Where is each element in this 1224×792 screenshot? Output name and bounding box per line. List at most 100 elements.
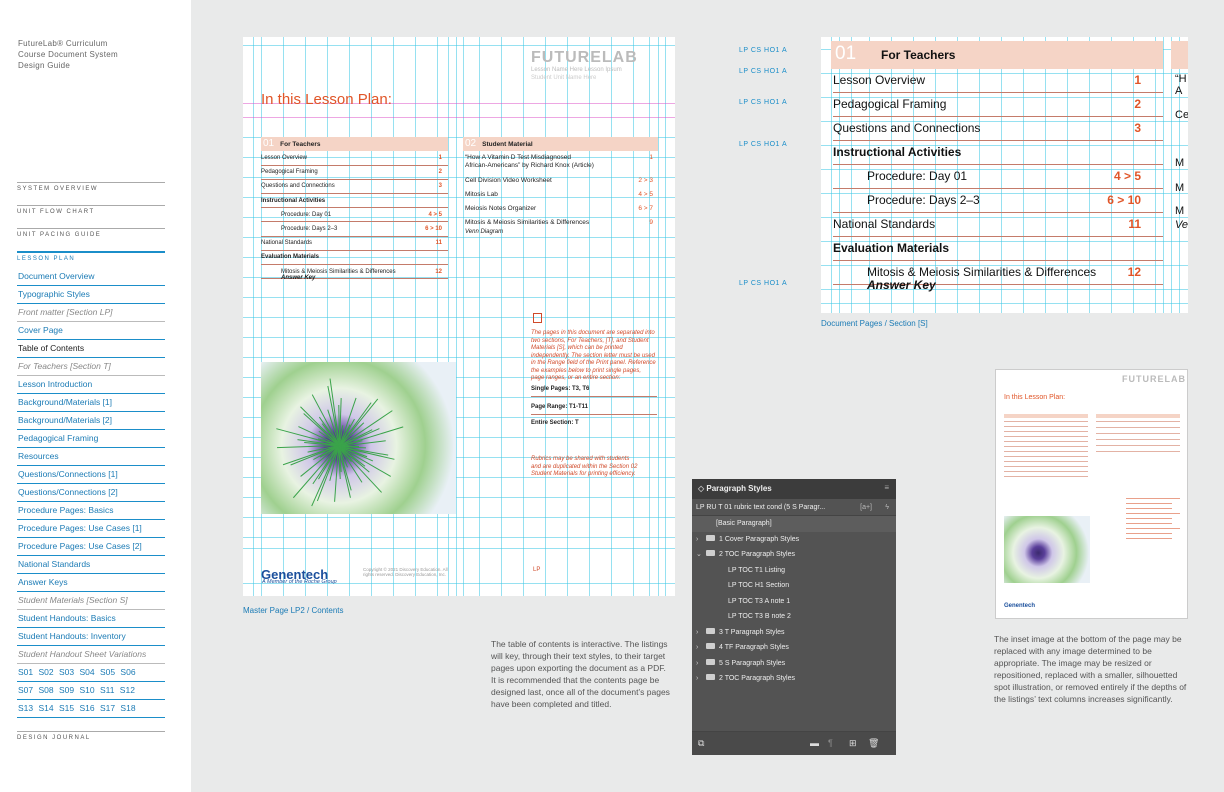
paragraph-style[interactable]: LP TOC H1 Section xyxy=(692,578,896,594)
style-tag: LP CS HO1 A xyxy=(739,99,788,106)
toc-item[interactable]: Table of Contents xyxy=(17,340,165,358)
thumb-toc-line xyxy=(1096,445,1180,446)
new-style-override-icon[interactable]: [a+] xyxy=(860,499,872,516)
thumb-note-line xyxy=(1126,528,1180,529)
toc-item[interactable]: Student Handouts: Inventory xyxy=(17,628,165,646)
nav-unit-flow-chart[interactable]: UNIT FLOW CHART xyxy=(17,205,165,215)
panel-menu-icon[interactable]: ≡ xyxy=(884,483,889,492)
toc-item[interactable]: Student Handouts: Basics xyxy=(17,610,165,628)
clear-overrides-icon[interactable]: ¶ xyxy=(828,739,838,748)
student-row[interactable]: Meiosis Notes Organizer 6 > 7 xyxy=(465,204,653,214)
paragraph-style[interactable]: LP TOC T1 Listing xyxy=(692,563,896,579)
toc-row[interactable]: National Standards 11 xyxy=(261,236,448,251)
current-style-row: LP RU T 01 rubric text cond (5 S Paragr.… xyxy=(692,499,896,516)
style-group[interactable]: › 1 Cover Paragraph Styles xyxy=(692,532,896,548)
thumb-note-line xyxy=(1126,498,1180,499)
student-row[interactable]: African-Americans” by Richard Knox (Arti… xyxy=(465,161,653,171)
image-description: The inset image at the bottom of the pag… xyxy=(994,634,1187,704)
toc-item[interactable]: S01 S02 S03 S04 S05 S06 xyxy=(17,664,165,682)
delete-style-icon[interactable]: 🗑 xyxy=(868,739,879,748)
chevron-right-icon[interactable]: › xyxy=(696,640,706,656)
zoom-toc-row[interactable]: Pedagogical Framing 2 xyxy=(833,93,1163,117)
paragraph-style[interactable]: [Basic Paragraph] xyxy=(692,516,896,532)
unit-name: Student Unit Name Here xyxy=(531,75,597,81)
toc-item[interactable]: Cover Page xyxy=(17,322,165,340)
chevron-right-icon[interactable]: › xyxy=(696,625,706,641)
zoom-toc-row[interactable]: Questions and Connections 3 xyxy=(833,117,1163,141)
style-tag: LP CS HO1 A xyxy=(739,280,788,287)
toc-item[interactable]: Answer Keys xyxy=(17,574,165,592)
load-styles-icon[interactable]: ⧉ xyxy=(698,739,708,748)
zoom-header: 01 For Teachers xyxy=(831,41,1163,69)
zoom-toc-row[interactable]: Procedure: Days 2–3 6 > 10 xyxy=(833,189,1163,213)
thumb-note-line xyxy=(1126,523,1172,524)
toc-description: The table of contents is interactive. Th… xyxy=(491,639,670,709)
thumb-note-line xyxy=(1126,513,1180,514)
zoom-toc-row[interactable]: Instructional Activities xyxy=(833,141,1163,165)
toc-item[interactable]: Procedure Pages: Use Cases [2] xyxy=(17,538,165,556)
toc-item[interactable]: Pedagogical Framing xyxy=(17,430,165,448)
paragraph-style[interactable]: LP TOC T3 B note 2 xyxy=(692,609,896,625)
toc-item[interactable]: Typographic Styles xyxy=(17,286,165,304)
zoom-toc-row[interactable]: Lesson Overview 1 xyxy=(833,69,1163,93)
student-row[interactable]: Cell Division Video Worksheet 2 > 3 xyxy=(465,176,653,186)
thumb-toc-line xyxy=(1096,421,1180,422)
chevron-right-icon[interactable]: › xyxy=(696,671,706,687)
toc-item[interactable]: Lesson Introduction xyxy=(17,376,165,394)
toc-item[interactable]: Document Overview xyxy=(17,268,165,286)
toc-item[interactable]: Background/Materials [2] xyxy=(17,412,165,430)
paragraph-styles-panel[interactable]: ◇ Paragraph Styles ≡ LP RU T 01 rubric te… xyxy=(692,479,896,755)
toc-item: Student Materials [Section S] xyxy=(17,592,165,610)
zoomed-toc-detail: 01 For Teachers Lesson Overview 1 Pedagogi… xyxy=(821,37,1188,313)
toc-item[interactable]: Resources xyxy=(17,448,165,466)
chevron-down-icon[interactable]: ⌄ xyxy=(696,547,706,563)
toc-item[interactable]: Questions/Connections [2] xyxy=(17,484,165,502)
lightning-icon[interactable]: ϟ xyxy=(885,499,889,516)
toc-item[interactable]: Background/Materials [1] xyxy=(17,394,165,412)
nav-lesson-plan[interactable]: LESSON PLAN xyxy=(17,251,165,262)
next-column-header xyxy=(1171,41,1188,69)
guide-title: FutureLab® Curriculum Course Document Sy… xyxy=(18,39,118,70)
toc-row[interactable]: Questions and Connections 3 xyxy=(261,179,448,194)
nav-system-overview[interactable]: SYSTEM OVERVIEW xyxy=(17,182,165,192)
style-group[interactable]: › 5 S Paragraph Styles xyxy=(692,656,896,672)
style-group[interactable]: › 4 TF Paragraph Styles xyxy=(692,640,896,656)
student-row[interactable]: Mitosis & Meiosis Similarities & Differe… xyxy=(465,218,653,228)
panel-title[interactable]: ◇ Paragraph Styles ≡ xyxy=(692,479,896,499)
style-group[interactable]: › 2 TOC Paragraph Styles xyxy=(692,671,896,687)
student-header: 02 Student Material xyxy=(463,137,658,151)
zoom-toc-row[interactable]: National Standards 11 xyxy=(833,213,1163,237)
new-folder-icon[interactable]: ▬ xyxy=(810,739,820,748)
style-tag: LP CS HO1 A xyxy=(739,68,788,75)
toc-item: Front matter [Section LP] xyxy=(17,304,165,322)
paragraph-style[interactable]: LP TOC T3 A note 1 xyxy=(692,594,896,610)
zoom-toc-row[interactable]: Evaluation Materials xyxy=(833,237,1163,261)
style-group[interactable]: › 3 T Paragraph Styles xyxy=(692,625,896,641)
chevron-right-icon[interactable]: › xyxy=(696,532,706,548)
thumb-toc-line xyxy=(1004,466,1088,467)
toc-row[interactable]: Procedure: Day 01 4 > 5 xyxy=(261,208,448,223)
page-range: Page Range: T1-T11 xyxy=(531,404,657,415)
thumb-toc-line xyxy=(1004,456,1088,457)
toc-item[interactable]: S07 S08 S09 S10 S11 S12 xyxy=(17,682,165,700)
toc-row[interactable]: Procedure: Days 2–3 6 > 10 xyxy=(261,222,448,237)
toc-row[interactable]: Pedagogical Framing 2 xyxy=(261,165,448,180)
student-row[interactable]: Mitosis Lab 4 > 5 xyxy=(465,190,653,200)
thumb-toc-line xyxy=(1004,471,1088,472)
thumb-toc-line xyxy=(1004,426,1088,427)
toc-item[interactable]: Procedure Pages: Basics xyxy=(17,502,165,520)
nav-unit-pacing-guide[interactable]: UNIT PACING GUIDE xyxy=(17,228,165,238)
new-style-icon[interactable]: ⊞ xyxy=(849,739,859,748)
toc-row[interactable]: Evaluation Materials xyxy=(261,250,448,265)
toc-row[interactable]: Instructional Activities xyxy=(261,194,448,209)
toc-item[interactable]: Questions/Connections [1] xyxy=(17,466,165,484)
toc-item[interactable]: National Standards xyxy=(17,556,165,574)
zoom-toc-row[interactable]: Procedure: Day 01 4 > 5 xyxy=(833,165,1163,189)
toc-row[interactable]: Lesson Overview 1 xyxy=(261,151,448,166)
chevron-right-icon[interactable]: › xyxy=(696,656,706,672)
toc-item[interactable]: Procedure Pages: Use Cases [1] xyxy=(17,520,165,538)
toc-item[interactable]: S13 S14 S15 S16 S17 S18 xyxy=(17,700,165,718)
style-group[interactable]: ⌄ 2 TOC Paragraph Styles xyxy=(692,547,896,563)
nav-design-journal[interactable]: DESIGN JOURNAL xyxy=(17,731,165,741)
folder-icon xyxy=(706,674,715,680)
